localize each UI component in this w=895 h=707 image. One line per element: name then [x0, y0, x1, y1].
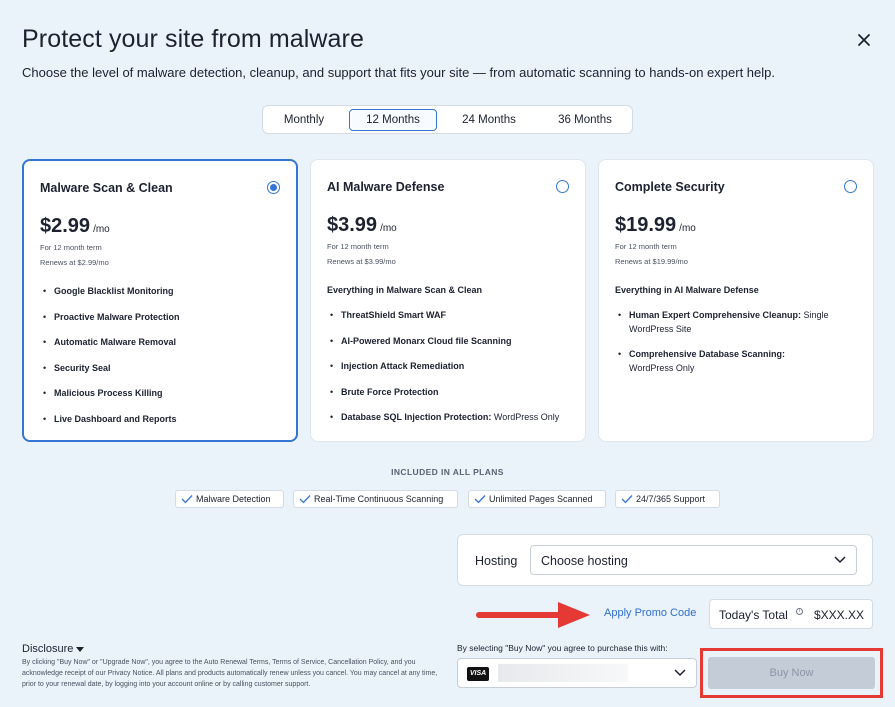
- feature-item: Human Expert Comprehensive Cleanup: Sing…: [615, 309, 830, 336]
- plan-card-ai-malware-defense[interactable]: AI Malware Defense $3.99/mo For 12 month…: [310, 159, 586, 442]
- caret-down-icon: [76, 647, 85, 652]
- plan-name: Complete Security: [615, 180, 725, 194]
- plan-name: AI Malware Defense: [327, 180, 445, 194]
- close-icon[interactable]: [855, 31, 873, 49]
- page-title: Protect your site from malware: [22, 25, 364, 53]
- feature-item: Proactive Malware Protection: [40, 311, 285, 325]
- check-icon: [299, 495, 311, 504]
- hosting-label: Hosting: [475, 554, 518, 568]
- red-arrow-icon: [476, 602, 590, 628]
- plan-radio[interactable]: [267, 181, 280, 194]
- disclosure-toggle[interactable]: Disclosure: [22, 643, 85, 655]
- plan-renew-note: Renews at $3.99/mo: [327, 257, 396, 266]
- term-option-24-months[interactable]: 24 Months: [445, 109, 533, 131]
- feature-item: Malicious Process Killing: [40, 387, 285, 401]
- plan-card-complete-security[interactable]: Complete Security $19.99/mo For 12 month…: [598, 159, 874, 442]
- check-icon: [181, 495, 193, 504]
- plan-name: Malware Scan & Clean: [40, 181, 173, 195]
- total-label: Today's Total: [719, 608, 788, 622]
- plan-radio[interactable]: [556, 180, 569, 193]
- feature-item: Automatic Malware Removal: [40, 336, 285, 350]
- plan-term-note: For 12 month term: [40, 243, 102, 252]
- feature-item: Security Seal: [40, 362, 285, 376]
- info-icon[interactable]: i: [796, 608, 803, 615]
- payment-method-select[interactable]: VISA: [457, 658, 697, 688]
- plan-price: $19.99/mo: [615, 214, 696, 236]
- included-pill: 24/7/365 Support: [615, 490, 720, 508]
- term-option-monthly[interactable]: Monthly: [266, 109, 342, 131]
- price-period: /mo: [380, 223, 397, 234]
- hosting-box: Hosting Choose hosting: [457, 534, 873, 586]
- plan-intro: Everything in AI Malware Defense: [615, 285, 759, 295]
- feature-item: Brute Force Protection: [327, 386, 572, 400]
- plan-price: $2.99/mo: [40, 215, 110, 237]
- plan-features: Human Expert Comprehensive Cleanup: Sing…: [615, 309, 830, 387]
- included-pill: Unlimited Pages Scanned: [468, 490, 606, 508]
- check-icon: [621, 495, 633, 504]
- term-option-12-months[interactable]: 12 Months: [349, 109, 437, 131]
- disclosure-text: By clicking "Buy Now" or "Upgrade Now", …: [22, 659, 438, 688]
- feature-item: Database SQL Injection Protection: WordP…: [327, 411, 572, 425]
- check-icon: [474, 495, 486, 504]
- hosting-select-value: Choose hosting: [541, 554, 628, 568]
- price-period: /mo: [93, 224, 110, 235]
- price-period: /mo: [679, 223, 696, 234]
- included-pill: Real-Time Continuous Scanning: [293, 490, 458, 508]
- plan-renew-note: Renews at $2.99/mo: [40, 258, 109, 267]
- feature-item: Live Dashboard and Reports: [40, 413, 285, 427]
- term-toggle: Monthly 12 Months 24 Months 36 Months: [262, 105, 633, 134]
- total-value: $XXX.XX: [813, 608, 864, 622]
- plan-price: $3.99/mo: [327, 214, 397, 236]
- feature-item: Google Blacklist Monitoring: [40, 285, 285, 299]
- plan-term-note: For 12 month term: [615, 242, 677, 251]
- chevron-down-icon: [834, 556, 846, 564]
- purchase-agreement-text: By selecting "Buy Now" you agree to purc…: [457, 643, 668, 653]
- feature-item: AI-Powered Monarx Cloud file Scanning: [327, 335, 572, 349]
- plan-card-malware-scan-clean[interactable]: Malware Scan & Clean $2.99/mo For 12 mon…: [22, 159, 298, 442]
- included-label: INCLUDED IN ALL PLANS: [391, 467, 504, 477]
- todays-total: Today's Total i $XXX.XX: [709, 599, 873, 629]
- page-subtitle: Choose the level of malware detection, c…: [22, 65, 775, 80]
- apply-promo-code-link[interactable]: Apply Promo Code: [604, 607, 696, 619]
- plan-term-note: For 12 month term: [327, 242, 389, 251]
- plan-intro: Everything in Malware Scan & Clean: [327, 285, 483, 295]
- chevron-down-icon: [674, 669, 686, 677]
- plan-features: ThreatShield Smart WAF AI-Powered Monarx…: [327, 309, 572, 437]
- buy-now-button[interactable]: Buy Now: [708, 657, 875, 689]
- included-pill: Malware Detection: [175, 490, 284, 508]
- hosting-select[interactable]: Choose hosting: [530, 545, 857, 575]
- feature-item: Injection Attack Remediation: [327, 360, 572, 374]
- visa-card-icon: VISA: [467, 667, 489, 681]
- card-number-masked: [498, 664, 628, 682]
- plan-renew-note: Renews at $19.99/mo: [615, 257, 688, 266]
- plan-features: Google Blacklist Monitoring Proactive Ma…: [40, 285, 285, 438]
- plan-radio[interactable]: [844, 180, 857, 193]
- feature-item: Comprehensive Database Scanning: WordPre…: [615, 348, 830, 375]
- term-option-36-months[interactable]: 36 Months: [541, 109, 629, 131]
- feature-item: ThreatShield Smart WAF: [327, 309, 572, 323]
